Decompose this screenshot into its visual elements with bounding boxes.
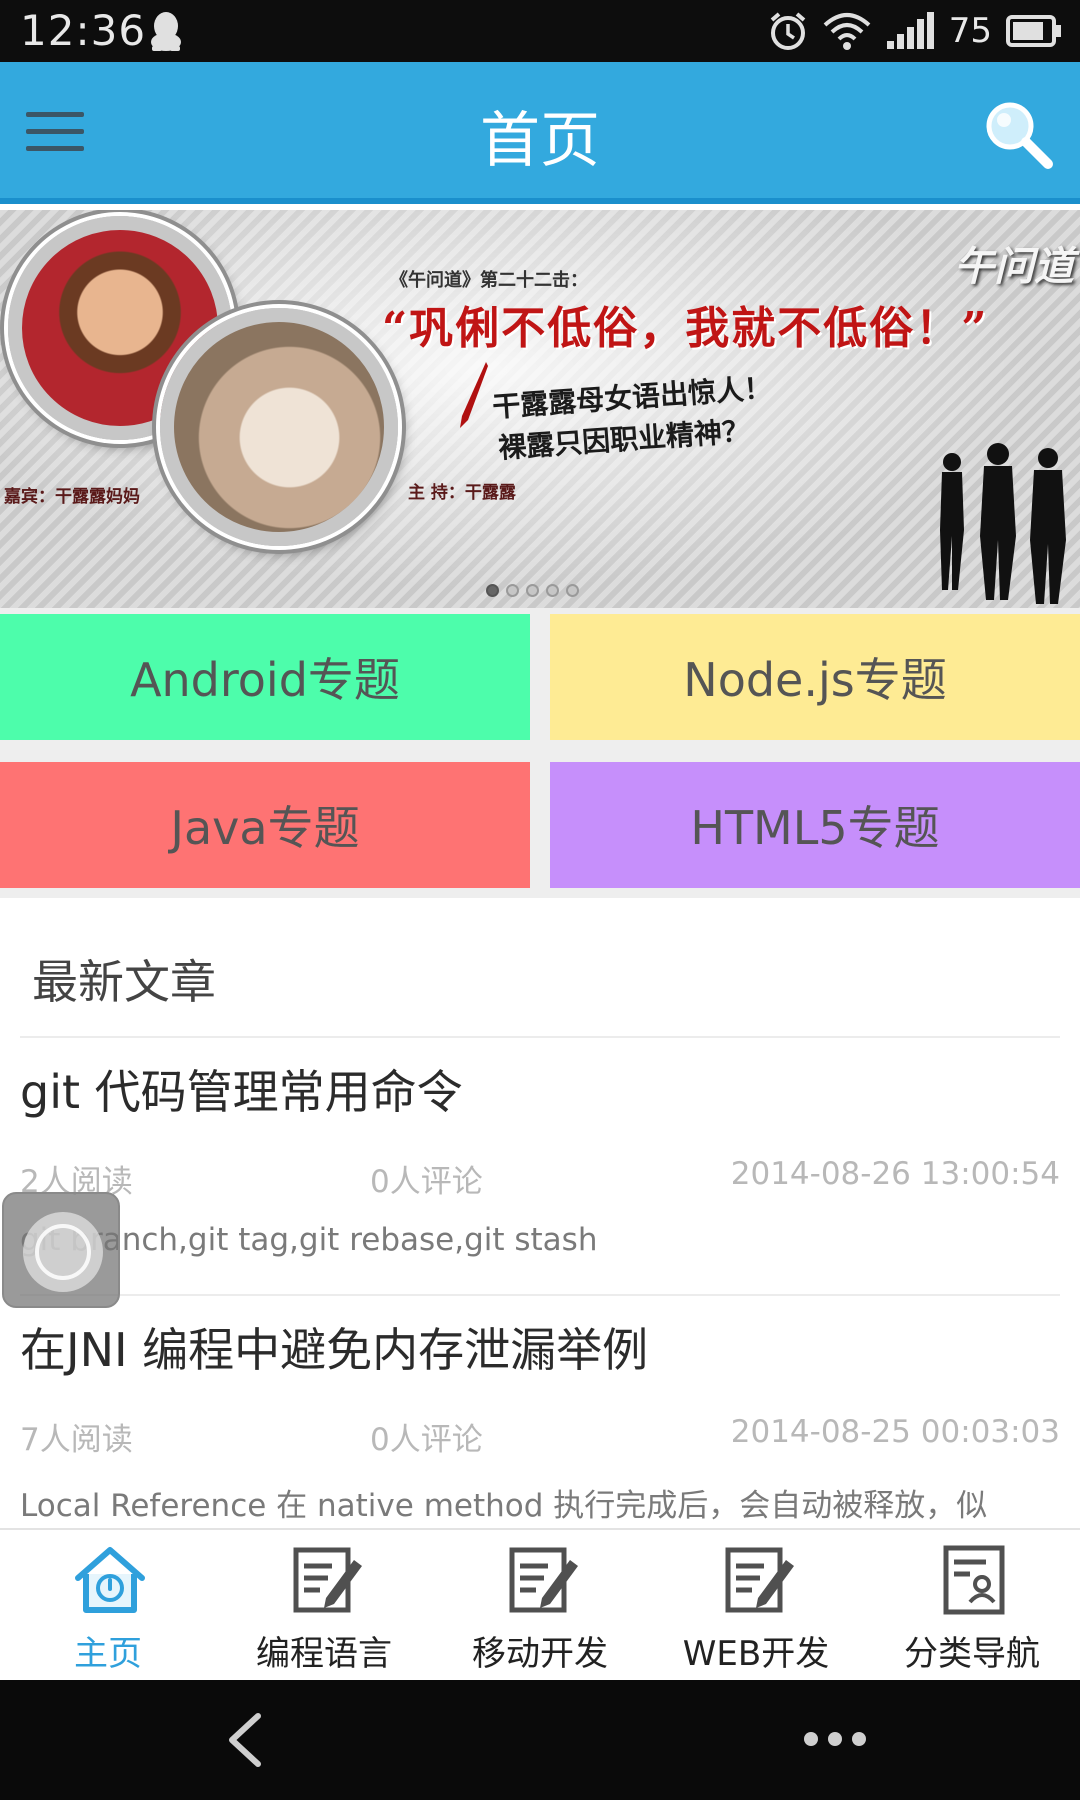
banner-logo: 午问道 [954, 243, 1074, 290]
back-icon[interactable] [222, 1710, 268, 1770]
tab-mobile-dev[interactable]: 移动开发 [432, 1530, 648, 1680]
app-header: 首页 [0, 62, 1080, 204]
tab-label: 分类导航 [904, 1634, 1040, 1674]
more-icon[interactable] [804, 1732, 866, 1746]
carousel-dot[interactable] [546, 584, 559, 597]
topic-html5-button[interactable]: HTML5专题 [550, 762, 1080, 888]
tab-category-nav[interactable]: 分类导航 [864, 1530, 1080, 1680]
page-title: 首页 [480, 106, 600, 176]
article-item[interactable]: 在JNI 编程中避免内存泄漏举例 7人阅读 0人评论 2014-08-25 00… [0, 1296, 1080, 1528]
article-meta: 7人阅读 0人评论 2014-08-25 00:03:03 [20, 1414, 1060, 1458]
topic-java-button[interactable]: Java专题 [0, 762, 530, 888]
article-comments: 0人评论 [370, 1164, 483, 1200]
banner-host: 主 持：干露露 [408, 483, 516, 503]
article-summary: Local Reference 在 native method 执行完成后，会自… [20, 1488, 988, 1524]
tab-label: WEB开发 [682, 1634, 830, 1674]
edit-document-icon [725, 1547, 794, 1613]
banner-guest: 嘉宾：干露露妈妈 [4, 487, 140, 507]
signal-icon [886, 12, 934, 49]
status-time: 12:36 [20, 6, 147, 55]
topic-android-button[interactable]: Android专题 [0, 614, 530, 740]
banner-carousel[interactable]: 《午问道》第二十二击： “巩俐不低俗，我就不低俗！” 干露露母女语出惊人！ 裸露… [0, 210, 1080, 608]
article-meta: 2人阅读 0人评论 2014-08-26 13:00:54 [20, 1156, 1060, 1200]
battery-level: 75 [948, 11, 992, 51]
wifi-icon [823, 13, 871, 50]
edit-document-icon [293, 1547, 362, 1613]
tab-programming-languages[interactable]: 编程语言 [216, 1530, 432, 1680]
banner-quote: “巩俐不低俗，我就不低俗！” [382, 303, 989, 354]
alarm-icon [770, 12, 806, 50]
carousel-dot[interactable] [506, 584, 519, 597]
search-icon[interactable] [980, 96, 1056, 172]
status-bar: 12:36 75 [0, 0, 1080, 62]
latest-articles: 最新文章 git 代码管理常用命令 2人阅读 0人评论 2014-08-26 1… [0, 898, 1080, 1528]
edit-document-icon [509, 1547, 578, 1613]
home-icon [75, 1547, 145, 1613]
silhouettes-image [940, 443, 1066, 604]
article-date: 2014-08-26 13:00:54 [730, 1156, 1060, 1192]
profile-document-icon [943, 1545, 1005, 1615]
article-title: 在JNI 编程中避免内存泄漏举例 [20, 1323, 649, 1377]
carousel-dot[interactable] [566, 584, 579, 597]
article-reads: 7人阅读 [20, 1422, 133, 1458]
tab-label: 编程语言 [256, 1634, 392, 1674]
article-comments: 0人评论 [370, 1422, 483, 1458]
carousel-dot[interactable] [526, 584, 539, 597]
host-photo [160, 308, 398, 546]
article-summary: git branch,git tag,git rebase,git stash [20, 1222, 598, 1258]
battery-icon [1006, 15, 1061, 47]
banner-subtitle: 《午问道》第二十二击： [390, 270, 588, 291]
tab-label: 主页 [74, 1634, 142, 1674]
qq-icon [151, 12, 181, 51]
tab-home[interactable]: 主页 [0, 1530, 216, 1680]
bottom-tab-bar: 主页 编程语言 移动开发 WEB开发 分类导航 [0, 1528, 1080, 1680]
topic-grid: Android专题 Node.js专题 Java专题 HTML5专题 [0, 608, 1080, 898]
tab-web-dev[interactable]: WEB开发 [648, 1530, 864, 1680]
status-icons: 75 [767, 8, 1062, 54]
topic-nodejs-button[interactable]: Node.js专题 [550, 614, 1080, 740]
carousel-dot[interactable] [486, 584, 499, 597]
article-date: 2014-08-25 00:03:03 [730, 1414, 1060, 1450]
carousel-indicator[interactable] [486, 584, 579, 597]
brush-stroke-icon [460, 362, 488, 428]
article-title: git 代码管理常用命令 [20, 1065, 463, 1119]
section-title: 最新文章 [32, 955, 216, 1009]
system-nav-bar [0, 1680, 1080, 1800]
article-item[interactable]: git 代码管理常用命令 2人阅读 0人评论 2014-08-26 13:00:… [0, 1038, 1080, 1296]
assistive-touch-button[interactable] [2, 1192, 120, 1308]
tab-label: 移动开发 [472, 1634, 608, 1674]
